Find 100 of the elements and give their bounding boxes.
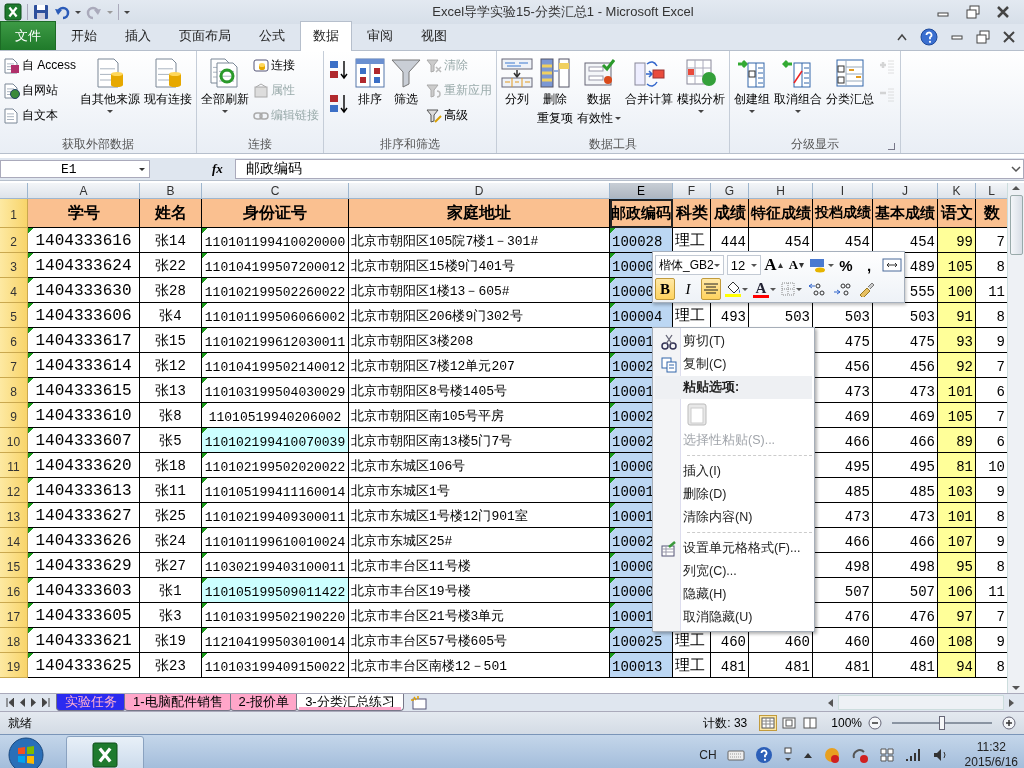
ribbon-button[interactable]: 高级	[425, 105, 493, 126]
toolbar-button[interactable]: B	[655, 278, 675, 300]
toolbar-button[interactable]: A	[752, 278, 777, 300]
ribbon-button[interactable]: 现有连接	[143, 55, 193, 110]
column-header[interactable]: C	[202, 183, 349, 199]
keyboard-icon[interactable]	[726, 749, 745, 761]
ribbon-tab[interactable]: 页面布局	[166, 21, 244, 50]
ribbon-tab[interactable]: 视图	[408, 21, 460, 50]
row-header[interactable]: 1	[0, 199, 28, 228]
signal-icon[interactable]	[904, 748, 923, 762]
toolbar-button[interactable]: A	[786, 254, 807, 276]
ribbon-tab[interactable]: 插入	[112, 21, 164, 50]
row-header[interactable]: 19	[0, 653, 28, 678]
ribbon-button[interactable]: 全部刷新	[200, 55, 250, 115]
collapse-ribbon-icon[interactable]	[896, 32, 908, 42]
column-header[interactable]: D	[349, 183, 610, 199]
column-header[interactable]: B	[140, 183, 202, 199]
sheet-tab[interactable]: 2-报价单	[229, 694, 299, 711]
row-header[interactable]: 2	[0, 228, 28, 253]
taskbar-button[interactable]	[66, 736, 144, 768]
ribbon-button[interactable]: 删除 重复项	[536, 55, 574, 129]
ribbon-button[interactable]: 分类汇总	[825, 55, 875, 110]
zoom-level[interactable]: 100%	[831, 716, 862, 730]
name-box[interactable]: E1	[0, 160, 150, 178]
scrollbar-thumb[interactable]	[1009, 195, 1023, 255]
view-button[interactable]	[780, 715, 799, 731]
row-header[interactable]: 10	[0, 428, 28, 453]
insert-sheet-icon[interactable]	[409, 695, 428, 710]
row-header[interactable]: 3	[0, 253, 28, 278]
ribbon-button[interactable]: 创建组	[733, 55, 771, 115]
ribbon-button[interactable]: 连接	[252, 55, 320, 76]
start-button-icon[interactable]	[8, 737, 44, 768]
scroll-left-icon[interactable]	[826, 697, 834, 708]
prev-sheet-icon[interactable]	[18, 698, 26, 707]
row-header[interactable]: 8	[0, 378, 28, 403]
restore-icon[interactable]	[966, 5, 980, 19]
first-sheet-icon[interactable]	[6, 698, 14, 707]
row-header[interactable]: 6	[0, 328, 28, 353]
ribbon-tab[interactable]: 开始	[58, 21, 110, 50]
ribbon-tab[interactable]: 文件	[0, 21, 56, 50]
help-icon[interactable]	[754, 746, 773, 764]
restore-icon[interactable]	[976, 30, 990, 44]
row-header[interactable]: 18	[0, 628, 28, 653]
next-sheet-icon[interactable]	[30, 698, 38, 707]
scroll-up-icon[interactable]	[1011, 183, 1021, 193]
ribbon-button[interactable]: 数据 有效性	[576, 55, 622, 129]
ribbon-button[interactable]: 自其他来源	[79, 55, 141, 115]
row-header[interactable]: 9	[0, 403, 28, 428]
row-header[interactable]: 13	[0, 503, 28, 528]
row-header[interactable]: 7	[0, 353, 28, 378]
row-header[interactable]: 12	[0, 478, 28, 503]
ribbon-button[interactable]: 自文本	[3, 105, 77, 126]
zoom-in-icon[interactable]	[1002, 716, 1016, 730]
toolbar-button[interactable]: I	[678, 278, 698, 300]
connection-error-icon[interactable]	[850, 746, 869, 764]
ribbon-tab[interactable]: 审阅	[354, 21, 406, 50]
ribbon-button[interactable]: 自 Access	[3, 55, 77, 76]
row-header[interactable]: 5	[0, 303, 28, 328]
show-hidden-icons-icon[interactable]	[802, 751, 813, 759]
column-header[interactable]: A	[28, 183, 140, 199]
save-icon[interactable]	[33, 4, 49, 20]
row-header[interactable]: 14	[0, 528, 28, 553]
ribbon-button[interactable]: 合并计算	[624, 55, 674, 110]
formula-field[interactable]: 邮政编码	[234, 159, 1024, 179]
toolbar-button[interactable]: A	[763, 254, 784, 276]
font-field[interactable]: 楷体_GB2	[655, 255, 724, 275]
column-header[interactable]: L	[976, 183, 1007, 199]
input-language[interactable]: CH	[699, 748, 717, 762]
ribbon-tab[interactable]: 公式	[246, 21, 298, 50]
ribbon-button[interactable]: 分列	[500, 55, 534, 110]
column-header[interactable]: G	[711, 183, 749, 199]
ribbon-button[interactable]: 模拟分析	[676, 55, 726, 115]
ribbon-tab[interactable]: 数据	[300, 21, 352, 51]
column-header[interactable]: I	[813, 183, 873, 199]
last-sheet-icon[interactable]	[42, 698, 50, 707]
vertical-scrollbar[interactable]	[1007, 183, 1024, 693]
zoom-out-icon[interactable]	[868, 716, 882, 730]
help-icon[interactable]	[920, 28, 938, 46]
scroll-right-icon[interactable]	[1008, 697, 1016, 708]
column-header[interactable]: J	[873, 183, 938, 199]
row-header[interactable]: 15	[0, 553, 28, 578]
close-icon[interactable]	[1002, 30, 1016, 44]
close-icon[interactable]	[996, 5, 1010, 19]
insert-function-button[interactable]: fx	[204, 161, 231, 177]
ribbon-button[interactable]: 取消组合	[773, 55, 823, 115]
sheet-tab[interactable]: 实验任务	[56, 694, 126, 711]
row-header[interactable]: 4	[0, 278, 28, 303]
view-button[interactable]	[801, 715, 820, 731]
ribbon-button[interactable]: 排序	[353, 55, 387, 110]
view-button[interactable]	[759, 715, 778, 731]
column-header[interactable]: E	[610, 183, 673, 199]
volume-icon[interactable]	[932, 747, 949, 763]
row-header[interactable]: 17	[0, 603, 28, 628]
row-header[interactable]: 16	[0, 578, 28, 603]
ribbon-button[interactable]: 自网站	[3, 80, 77, 101]
column-header[interactable]: H	[749, 183, 813, 199]
toolbar-button[interactable]: %	[836, 254, 856, 276]
font-size-field[interactable]: 12	[726, 255, 761, 275]
column-header[interactable]: F	[673, 183, 711, 199]
undo-icon[interactable]	[54, 4, 70, 20]
